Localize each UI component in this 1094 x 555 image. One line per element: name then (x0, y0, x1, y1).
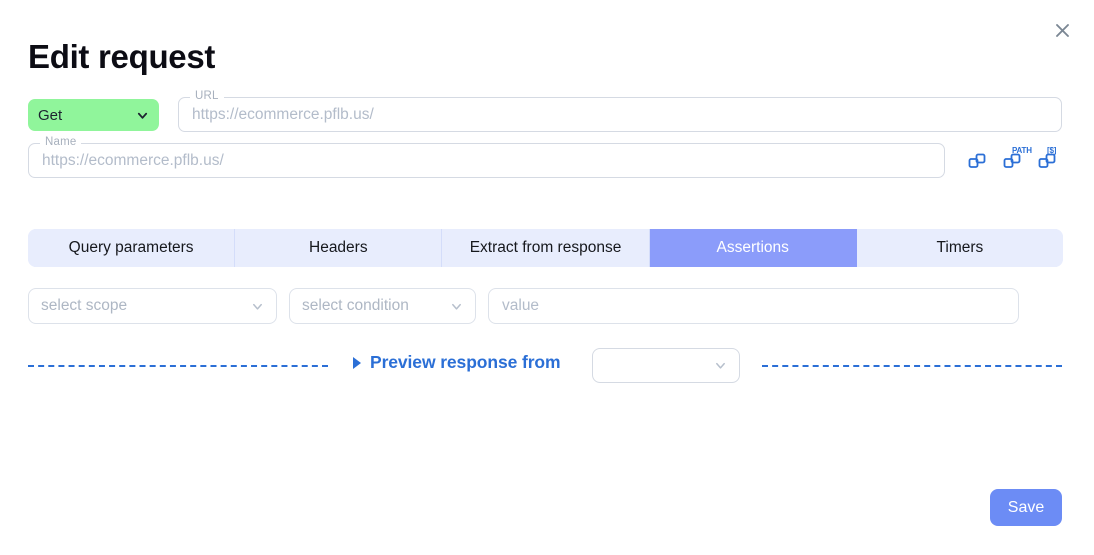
copy-url-icon[interactable] (964, 146, 990, 176)
url-field[interactable]: URL (178, 89, 1062, 132)
divider-left (28, 365, 328, 367)
copy-glyph (968, 153, 986, 168)
edit-request-dialog: Edit request Get URL Name PATH (0, 0, 1094, 555)
copy-variable-icon[interactable]: [$] (1034, 146, 1060, 176)
play-triangle-icon (353, 356, 361, 369)
scope-select-placeholder: select scope (41, 297, 128, 314)
tab-query-parameters[interactable]: Query parameters (28, 229, 236, 267)
copy-variable-superscript: [$] (1047, 146, 1057, 155)
name-input[interactable] (28, 143, 945, 178)
name-field[interactable]: Name (28, 135, 945, 178)
chevron-down-icon (253, 303, 262, 310)
save-button[interactable]: Save (990, 489, 1062, 526)
close-icon[interactable] (1046, 14, 1078, 46)
http-method-select[interactable]: Get (28, 99, 159, 131)
tab-assertions[interactable]: Assertions (649, 229, 857, 267)
preview-source-select[interactable] (592, 348, 740, 383)
url-input[interactable] (178, 97, 1062, 132)
copy-path-icon[interactable]: PATH (999, 146, 1032, 176)
preview-response-button[interactable]: Preview response from (353, 352, 561, 373)
chevron-down-icon (452, 303, 461, 310)
scope-select[interactable]: select scope (28, 288, 277, 324)
chevron-down-icon (137, 112, 148, 119)
chevron-down-icon (716, 362, 725, 369)
http-method-value: Get (38, 106, 63, 124)
tab-headers[interactable]: Headers (235, 229, 443, 267)
copy-path-superscript: PATH (1012, 146, 1032, 155)
condition-select-placeholder: select condition (302, 297, 409, 314)
page-title: Edit request (28, 38, 216, 75)
preview-response-label: Preview response from (370, 352, 561, 372)
tab-timers[interactable]: Timers (856, 229, 1063, 267)
divider-right (762, 365, 1062, 367)
condition-select[interactable]: select condition (289, 288, 476, 324)
tab-extract-from-response[interactable]: Extract from response (442, 229, 650, 267)
assertion-value-field[interactable] (488, 288, 1019, 324)
close-glyph (1055, 23, 1069, 37)
assertion-value-input[interactable] (488, 288, 1019, 324)
request-tabs: Query parameters Headers Extract from re… (28, 229, 1063, 267)
